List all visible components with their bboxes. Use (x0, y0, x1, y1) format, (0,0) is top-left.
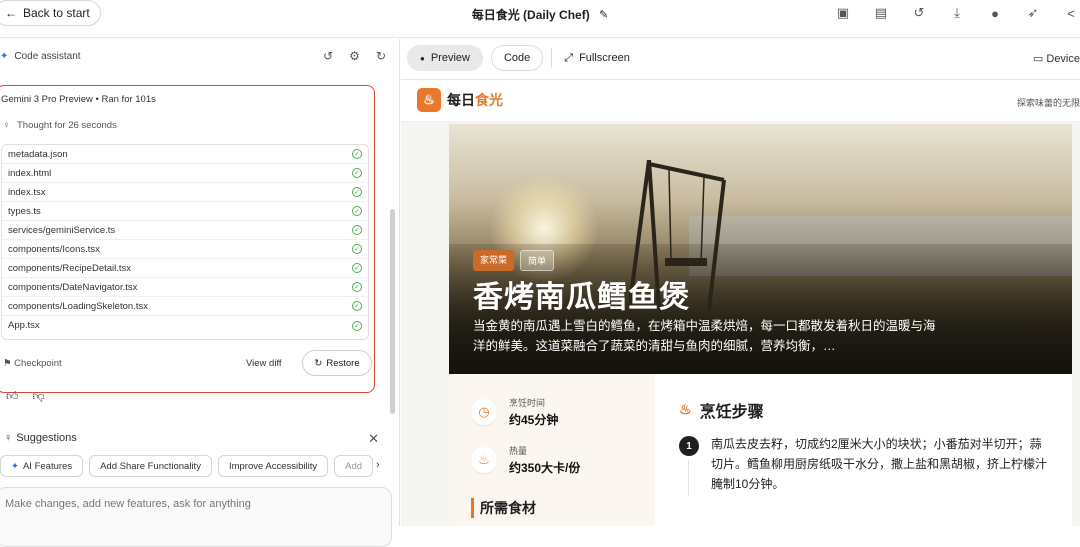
tab-preview[interactable]: ● Preview (407, 45, 483, 71)
scrollbar[interactable] (390, 209, 395, 414)
thought-toggle[interactable]: ♀ Thought for 26 seconds (3, 120, 117, 131)
fullscreen-button[interactable]: ⤢ Fullscreen (564, 52, 630, 65)
prompt-input[interactable]: Make changes, add new features, ask for … (0, 487, 392, 547)
history-icon[interactable]: ↺ (323, 49, 333, 63)
recipe-tags: 家常菜 简单 (473, 250, 555, 271)
step-number: 1 (679, 436, 699, 456)
preview-tabs: ● Preview Code ⤢ Fullscreen (407, 45, 630, 71)
feedback: 👍︎ 👎︎ (6, 389, 45, 404)
panel-title: Code assistant (14, 51, 81, 62)
step-connector (688, 460, 689, 496)
app-logo[interactable]: ♨ 每日 食光 (417, 88, 503, 112)
github-icon[interactable]: ● (986, 4, 1004, 22)
tab-code[interactable]: Code (490, 45, 544, 71)
check-circle-icon: ✓ (352, 168, 362, 178)
divider (551, 48, 553, 68)
recipe-hero: 家常菜 简单 香烤南瓜鳕鱼煲 当金黄的南瓜遇上雪白的鳕鱼，在烤箱中温柔烘焙，每一… (449, 124, 1072, 374)
pencil-icon[interactable]: ✎ (599, 9, 608, 21)
recipe-title: 香烤南瓜鳕鱼煲 (473, 280, 690, 315)
file-row[interactable]: components/Icons.tsx ✓ (2, 240, 368, 259)
suggestion-chips: ✦ AI Features Add Share Functionality Imp… (0, 455, 390, 477)
tagline: 探索味蕾的无限 (1016, 98, 1080, 108)
flame-icon: ♨ (471, 447, 497, 473)
file-row[interactable]: metadata.json ✓ (2, 145, 368, 164)
chef-hat-icon: ♨ (417, 88, 441, 112)
check-circle-icon: ✓ (352, 263, 362, 273)
chip-ai-features[interactable]: ✦ AI Features (0, 455, 84, 477)
save-as-icon[interactable]: ▤ (872, 4, 890, 22)
save-icon[interactable]: ▣ (834, 4, 852, 22)
file-row[interactable]: components/LoadingSkeleton.tsx ✓ (2, 297, 368, 316)
check-circle-icon: ✓ (352, 225, 362, 235)
check-circle-icon: ✓ (352, 301, 362, 311)
tag: 家常菜 (473, 250, 515, 271)
view-diff-button[interactable]: View diff (246, 358, 282, 369)
chef-hat-icon: ♨ (679, 402, 692, 418)
run-summary: Gemini 3 Pro Preview • Ran for 101s ♀ Th… (0, 85, 375, 393)
rocket-icon[interactable]: ➶ (1024, 4, 1042, 22)
tag: 简单 (520, 250, 555, 271)
top-bar: ← Back to start 每日食光 (Daily Chef) ✎ ▣ ▤ … (0, 0, 1080, 38)
expand-icon: ⤢ (564, 51, 574, 64)
dot-icon: ● (420, 53, 425, 63)
check-circle-icon: ✓ (352, 187, 362, 197)
file-row[interactable]: App.tsx ✓ (2, 316, 368, 335)
cook-time: ◷ 烹饪时间 约45分钟 (471, 396, 558, 428)
steps-title: ♨ 烹饪步骤 (679, 402, 764, 421)
device-icon: ▭ (1032, 53, 1044, 65)
check-circle-icon: ✓ (352, 149, 362, 159)
sparkle-icon: ✦ (0, 51, 9, 62)
check-circle-icon: ✓ (352, 244, 362, 254)
ingredients-title: 所需食材 (471, 498, 536, 518)
recipe-info: ◷ 烹饪时间 约45分钟 ♨ 热量 约350大卡/份 所需食材 (449, 374, 655, 526)
recipe-description: 当金黄的南瓜遇上雪白的鳕鱼，在烤箱中温柔烘焙，每一口都散发着秋日的温暖与海洋的鲜… (473, 319, 936, 353)
chip-more[interactable]: Add (334, 455, 374, 477)
file-row[interactable]: services/geminiService.ts ✓ (2, 221, 368, 240)
sparkle-icon: ✦ (11, 460, 19, 472)
chip-share[interactable]: Add Share Functionality (89, 455, 212, 477)
download-icon[interactable]: ⤓ (948, 4, 966, 22)
history-icon[interactable]: ↺ (910, 4, 928, 22)
preview-frame: ♨ 每日 食光 探索味蕾的无限 家常菜 简单 香烤南瓜鳕鱼煲 当金黄的南瓜遇上雪… (401, 79, 1080, 526)
share-icon[interactable]: < (1062, 4, 1080, 22)
gear-icon[interactable]: ⚙ (349, 49, 360, 63)
file-row[interactable]: index.html ✓ (2, 164, 368, 183)
app-header: ♨ 每日 食光 探索味蕾的无限 (401, 80, 1080, 122)
thumbs-down-icon[interactable]: 👎︎ (33, 389, 45, 404)
lightbulb-icon: ♀ (3, 120, 11, 131)
check-circle-icon: ✓ (352, 206, 362, 216)
close-icon[interactable]: ✕ (368, 431, 379, 447)
top-toolbar: ▣ ▤ ↺ ⤓ ● ➶ < (834, 4, 1080, 22)
run-meta: Gemini 3 Pro Preview • Ran for 101s (1, 94, 156, 105)
preview-panel: ● Preview Code ⤢ Fullscreen ▭ Device ♨ 每… (401, 39, 1080, 526)
panel-header: ✦ Code assistant ↺ ⚙ ↻ (0, 49, 400, 67)
file-list: metadata.json ✓ index.html ✓ index.tsx ✓ ty… (1, 144, 369, 340)
flag-icon: ⚑ (3, 358, 12, 369)
step-text: 南瓜去皮去籽，切成约2厘米大小的块状；小番茄对半切开；蒜切片。鳕鱼柳用厨房纸吸干… (711, 437, 1048, 491)
file-row[interactable]: index.tsx ✓ (2, 183, 368, 202)
chip-accessibility[interactable]: Improve Accessibility (217, 455, 329, 477)
chevron-right-icon[interactable]: › (376, 459, 380, 471)
calories: ♨ 热量 约350大卡/份 (471, 444, 580, 476)
recipe-steps: ♨ 烹饪步骤 1 南瓜去皮去籽，切成约2厘米大小的块状；小番茄对半切开；蒜切片。… (655, 374, 1072, 526)
check-circle-icon: ✓ (352, 282, 362, 292)
refresh-icon[interactable]: ↻ (376, 49, 386, 63)
lightbulb-icon: ♀ (4, 432, 13, 444)
clock-icon: ◷ (471, 399, 497, 425)
checkpoint: ⚑ Checkpoint (3, 358, 62, 369)
restore-button[interactable]: ↻ Restore (302, 350, 372, 376)
file-row[interactable]: components/DateNavigator.tsx ✓ (2, 278, 368, 297)
check-circle-icon: ✓ (352, 320, 362, 331)
thumbs-up-icon[interactable]: 👍︎ (6, 389, 19, 404)
code-assistant-panel: ✦ Code assistant ↺ ⚙ ↻ Gemini 3 Pro Prev… (0, 39, 400, 547)
file-row[interactable]: components/RecipeDetail.tsx ✓ (2, 259, 368, 278)
suggestions-header: ♀ Suggestions (4, 432, 77, 444)
restore-icon: ↻ (314, 357, 323, 369)
device-button[interactable]: ▭ Device (1033, 52, 1080, 65)
file-row[interactable]: types.ts ✓ (2, 202, 368, 221)
